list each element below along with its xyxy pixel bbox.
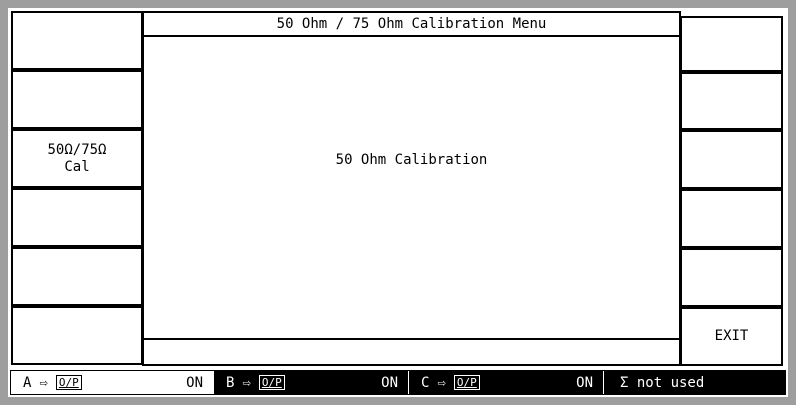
menu-status-line bbox=[144, 338, 679, 364]
channel-a-state: ON bbox=[186, 374, 203, 391]
sum-status[interactable]: Σ not used bbox=[603, 371, 785, 394]
left-softkey-cal-line2: Cal bbox=[64, 158, 90, 175]
menu-message: 50 Ohm Calibration bbox=[335, 152, 488, 168]
channel-b-state: ON bbox=[381, 374, 398, 391]
channel-c-output: O/P bbox=[453, 375, 480, 390]
right-softkey-5[interactable] bbox=[680, 248, 783, 307]
instrument-screen: 50Ω/75Ω Cal 50 Ohm / 75 Ohm Calibration … bbox=[8, 8, 788, 397]
channel-b-status[interactable]: B ⇨ O/P ON bbox=[213, 371, 408, 394]
right-softkey-3[interactable] bbox=[680, 130, 783, 189]
sum-status-label: Σ not used bbox=[620, 374, 705, 391]
left-softkey-2[interactable] bbox=[11, 70, 143, 129]
channel-c-state: ON bbox=[576, 374, 593, 391]
right-softkey-4[interactable] bbox=[680, 189, 783, 248]
right-softkey-1[interactable] bbox=[680, 16, 783, 72]
channel-b-name: B bbox=[226, 374, 235, 391]
left-softkey-cal-line1: 50Ω/75Ω bbox=[47, 141, 107, 158]
channel-a-name: A bbox=[23, 374, 32, 391]
channel-a-status[interactable]: A ⇨ O/P ON bbox=[11, 371, 213, 394]
left-softkey-4[interactable] bbox=[11, 188, 143, 247]
arrow-right-icon: ⇨ bbox=[437, 374, 446, 391]
left-softkey-1[interactable] bbox=[11, 11, 143, 70]
channel-b-output: O/P bbox=[258, 375, 285, 390]
right-softkey-2[interactable] bbox=[680, 72, 783, 130]
left-softkey-6[interactable] bbox=[11, 306, 143, 365]
exit-button[interactable]: EXIT bbox=[680, 307, 783, 366]
arrow-right-icon: ⇨ bbox=[39, 374, 48, 391]
channel-status-bar: A ⇨ O/P ON B ⇨ O/P ON C ⇨ O/P ON Σ not u… bbox=[10, 370, 786, 395]
menu-panel: 50 Ohm / 75 Ohm Calibration Menu 50 Ohm … bbox=[142, 11, 681, 366]
channel-c-status[interactable]: C ⇨ O/P ON bbox=[408, 371, 603, 394]
arrow-right-icon: ⇨ bbox=[242, 374, 251, 391]
left-softkey-5[interactable] bbox=[11, 247, 143, 306]
menu-title: 50 Ohm / 75 Ohm Calibration Menu bbox=[144, 13, 679, 37]
exit-button-label: EXIT bbox=[714, 328, 749, 344]
channel-c-name: C bbox=[421, 374, 430, 391]
left-softkey-cal[interactable]: 50Ω/75Ω Cal bbox=[11, 129, 143, 188]
channel-a-output: O/P bbox=[55, 375, 82, 390]
